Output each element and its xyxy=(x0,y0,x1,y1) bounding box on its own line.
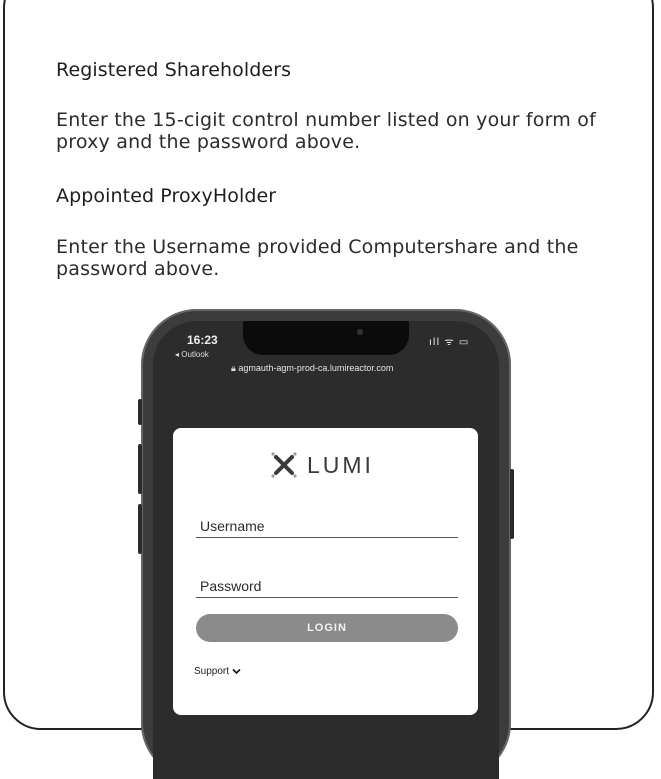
appointed-proxyholder-heading: Appointed ProxyHolder xyxy=(56,185,277,207)
lumi-logo-mark-icon xyxy=(271,452,297,478)
phone-power-button xyxy=(510,469,514,539)
username-label: Username xyxy=(200,518,265,534)
lumi-logo-text: LUMI xyxy=(307,451,374,478)
lock-icon: 🔒︎ xyxy=(231,363,236,373)
chevron-down-icon xyxy=(232,668,241,675)
support-dropdown[interactable]: Support xyxy=(194,666,241,677)
phone-screen: 16:23 ◂ Outlook ıll ᯤ ▭ 🔒︎ agmauth-agm-p… xyxy=(153,321,499,779)
password-label: Password xyxy=(200,578,262,594)
login-button[interactable]: LOGIN xyxy=(196,614,458,642)
phone-volume-down xyxy=(138,504,142,554)
phone-silent-switch xyxy=(138,399,142,425)
lumi-logo: LUMI xyxy=(269,450,374,480)
login-card: LUMI Username Password LOGIN Support xyxy=(173,428,478,715)
signal-wifi-battery-icon: ıll ᯤ ▭ xyxy=(429,337,470,348)
camera-dot xyxy=(357,329,363,335)
address-bar[interactable]: 🔒︎ agmauth-agm-prod-ca.lumireactor.com xyxy=(231,363,393,374)
registered-shareholders-heading: Registered Shareholders xyxy=(56,59,292,81)
registered-shareholders-text: Enter the 15-cigit control number listed… xyxy=(56,109,596,153)
url-text: agmauth-agm-prod-ca.lumireactor.com xyxy=(238,363,394,373)
phone-mockup: 16:23 ◂ Outlook ıll ᯤ ▭ 🔒︎ agmauth-agm-p… xyxy=(138,309,514,779)
appointed-proxyholder-text: Enter the Username provided Computershar… xyxy=(56,236,579,280)
phone-volume-up xyxy=(138,444,142,494)
password-field[interactable]: Password xyxy=(196,578,458,598)
status-time: 16:23 xyxy=(187,333,218,347)
phone-notch xyxy=(243,321,409,355)
back-to-outlook-link[interactable]: ◂ Outlook xyxy=(175,350,209,359)
username-field[interactable]: Username xyxy=(196,518,458,538)
support-label: Support xyxy=(194,666,230,677)
